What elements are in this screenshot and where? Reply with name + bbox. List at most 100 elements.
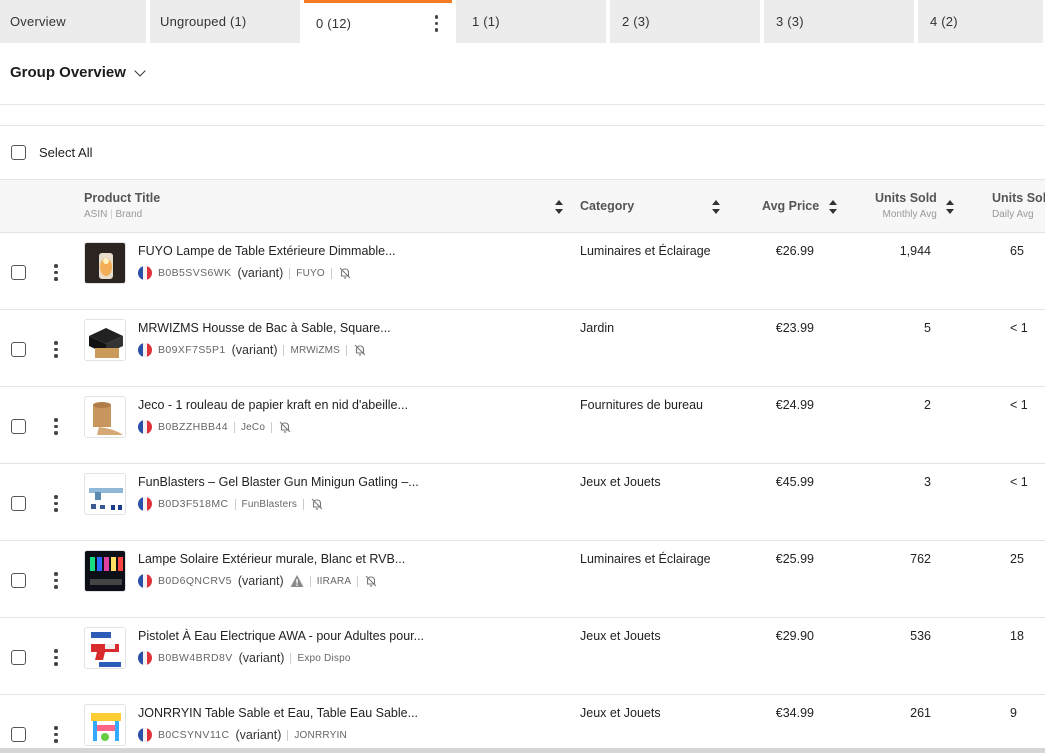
product-thumbnail[interactable] [84,473,126,515]
tab-overview[interactable]: Overview [0,0,146,43]
france-flag-icon [138,343,152,357]
product-title[interactable]: FunBlasters – Gel Blaster Gun Minigun Ga… [138,475,419,489]
tab-ungrouped[interactable]: Ungrouped (1) [150,0,300,43]
table-row[interactable]: MRWIZMS Housse de Bac à Sable, Square...… [0,310,1045,387]
select-all-checkbox[interactable] [11,145,26,160]
bell-off-icon[interactable] [338,266,352,280]
brand[interactable]: JONRRYIN [294,730,347,741]
row-more-icon[interactable] [54,264,58,281]
bell-off-icon[interactable] [353,343,367,357]
separator [290,652,292,664]
product-title[interactable]: FUYO Lampe de Table Extérieure Dimmable.… [138,244,396,258]
tab-label: Ungrouped (1) [160,14,247,29]
divider [0,104,1045,105]
product-thumbnail[interactable] [84,550,126,592]
product-meta: B0D3F518MC FunBlasters [138,497,324,511]
brand[interactable]: FunBlasters [242,499,298,510]
brand[interactable]: JeCo [241,422,265,433]
tab-more-icon[interactable] [434,15,438,32]
table-row[interactable]: FUYO Lampe de Table Extérieure Dimmable.… [0,233,1045,310]
tab-label: 4 (2) [930,14,958,29]
units-sold-cell: 1,944 [899,244,931,258]
table-row[interactable]: JONRRYIN Table Sable et Eau, Table Eau S… [0,695,1045,753]
column-title: Units Sold [875,191,937,205]
units-sold-cell: 762 [910,552,931,566]
column-subtitle: Monthly Avg [882,209,937,220]
brand[interactable]: Expo Dispo [297,653,350,664]
asin[interactable]: B09XF7S5P1 [158,344,226,356]
row-checkbox[interactable] [11,573,26,588]
asin[interactable]: B0B5SVS6WK [158,267,231,279]
sort-icon[interactable] [712,200,720,214]
product-thumbnail[interactable] [84,319,126,361]
tab-group-1[interactable]: 1 (1) [456,0,606,43]
sort-icon[interactable] [829,200,837,214]
group-tabs: Overview Ungrouped (1) 0 (12) 1 (1) 2 (3… [0,0,1045,44]
row-more-icon[interactable] [54,495,58,512]
units-sold-daily-cell: 18 [1010,629,1024,643]
product-thumbnail[interactable] [84,627,126,669]
row-more-icon[interactable] [54,649,58,666]
row-checkbox[interactable] [11,650,26,665]
row-checkbox[interactable] [11,342,26,357]
units-sold-daily-cell: < 1 [1010,398,1028,412]
product-title[interactable]: Pistolet À Eau Electrique AWA - pour Adu… [138,629,424,643]
row-checkbox[interactable] [11,265,26,280]
bell-off-icon[interactable] [310,497,324,511]
units-sold-daily-cell: < 1 [1010,475,1028,489]
asin[interactable]: B0BZZHBB44 [158,421,228,433]
units-sold-cell: 261 [910,706,931,720]
table-row[interactable]: Jeco - 1 rouleau de papier kraft en nid … [0,387,1045,464]
sort-icon[interactable] [946,200,954,214]
product-thumbnail[interactable] [84,396,126,438]
product-title[interactable]: JONRRYIN Table Sable et Eau, Table Eau S… [138,706,418,720]
column-header-units-sold[interactable]: Units Sold Monthly Avg [875,191,937,220]
row-checkbox[interactable] [11,727,26,742]
brand[interactable]: FUYO [296,268,325,279]
product-meta: B09XF7S5P1 (variant) MRWiZMS [138,343,367,357]
product-title[interactable]: Jeco - 1 rouleau de papier kraft en nid … [138,398,408,412]
separator [357,575,359,587]
asin[interactable]: B0CSYNV11C [158,729,230,741]
brand[interactable]: MRWiZMS [290,345,340,356]
bell-off-icon[interactable] [278,420,292,434]
tab-label: 3 (3) [776,14,804,29]
column-header-units-sold-daily[interactable]: Units Sold Daily Avg [992,191,1045,220]
row-more-icon[interactable] [54,341,58,358]
column-header-category[interactable]: Category [580,199,634,213]
asin[interactable]: B0BW4BRD8V [158,652,233,664]
row-checkbox[interactable] [11,419,26,434]
group-overview-dropdown[interactable]: Group Overview [10,64,146,81]
tab-group-3[interactable]: 3 (3) [764,0,914,43]
table-row[interactable]: FunBlasters – Gel Blaster Gun Minigun Ga… [0,464,1045,541]
row-more-icon[interactable] [54,572,58,589]
asin[interactable]: B0D6QNCRV5 [158,575,232,587]
variant-label: (variant) [235,728,282,742]
tab-group-4[interactable]: 4 (2) [918,0,1043,43]
row-more-icon[interactable] [54,418,58,435]
sort-icon[interactable] [555,200,563,214]
brand[interactable]: IIRARA [317,576,352,587]
column-header-product-title[interactable]: Product Title ASIN | Brand [84,191,160,220]
france-flag-icon [138,728,152,742]
product-thumbnail[interactable] [84,242,126,284]
select-all[interactable]: Select All [11,145,92,160]
column-title: Units Sold [992,191,1045,205]
divider [0,125,1045,126]
tab-group-0[interactable]: 0 (12) [304,0,452,44]
row-more-icon[interactable] [54,726,58,743]
bell-off-icon[interactable] [364,574,378,588]
group-overview-title: Group Overview [10,64,126,81]
tab-group-2[interactable]: 2 (3) [610,0,760,43]
table-row[interactable]: Lampe Solaire Extérieur murale, Blanc et… [0,541,1045,618]
product-title[interactable]: MRWIZMS Housse de Bac à Sable, Square... [138,321,391,335]
category-cell: Luminaires et Éclairage [580,552,711,566]
column-title: Category [580,199,635,213]
row-checkbox[interactable] [11,496,26,511]
product-thumbnail[interactable] [84,704,126,746]
asin[interactable]: B0D3F518MC [158,498,229,510]
horizontal-scrollbar[interactable] [0,748,1045,753]
table-row[interactable]: Pistolet À Eau Electrique AWA - pour Adu… [0,618,1045,695]
product-title[interactable]: Lampe Solaire Extérieur murale, Blanc et… [138,552,405,566]
column-header-avg-price[interactable]: Avg Price [762,199,819,213]
